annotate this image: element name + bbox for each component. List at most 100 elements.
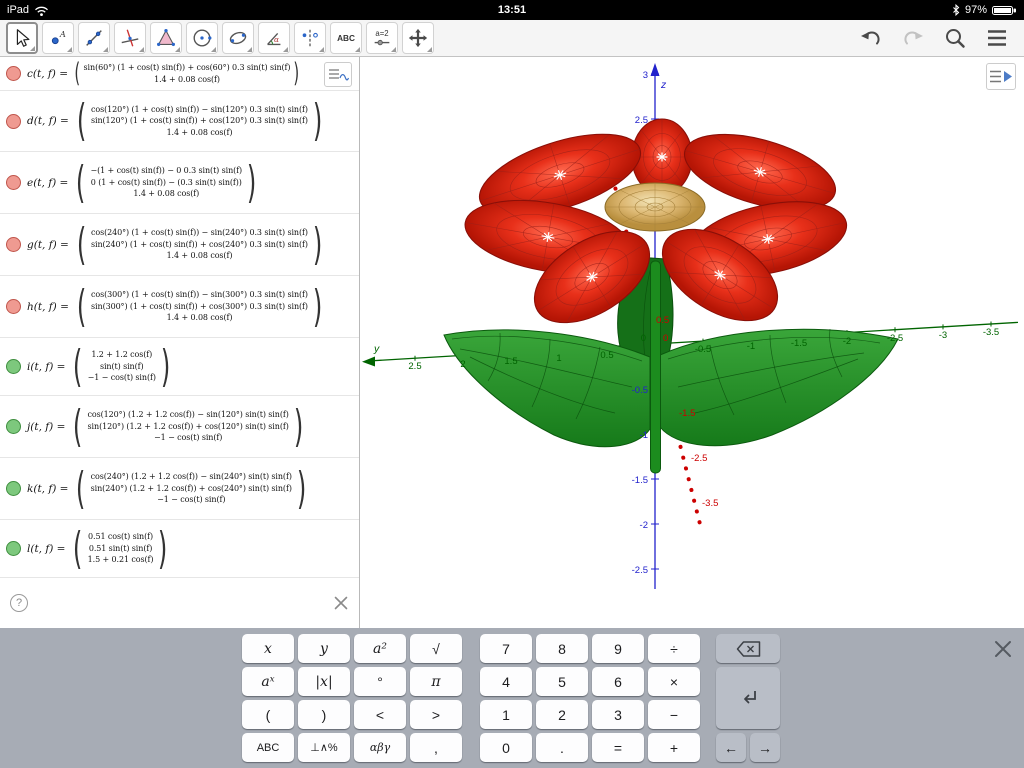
eq-line: sin(t) sin(f): [100, 361, 144, 373]
key-y[interactable]: y: [298, 634, 350, 663]
line-tool[interactable]: [78, 22, 110, 54]
math-keyboard: x y a² √ aˣ |x| ° π ( ) < > ABC ⊥∧% αβγ …: [0, 628, 1024, 768]
key-greater-than[interactable]: >: [410, 700, 462, 729]
svg-text:3: 3: [643, 70, 648, 81]
key-paren-close[interactable]: ): [298, 700, 350, 729]
algebra-row-k[interactable]: k(t, f) = ( cos(240°) (1.2 + 1.2 cos(f))…: [0, 458, 359, 520]
algebra-style-bar-button[interactable]: [324, 62, 352, 87]
key-1[interactable]: 1: [480, 700, 532, 729]
visibility-dot[interactable]: [6, 299, 21, 314]
ellipse-tool[interactable]: [222, 22, 254, 54]
key-degree[interactable]: °: [354, 667, 406, 696]
redo-button[interactable]: [900, 25, 926, 51]
cursor-right-key[interactable]: →: [750, 733, 780, 762]
key-a-power-x[interactable]: aˣ: [242, 667, 294, 696]
graphics-style-bar-button[interactable]: [986, 63, 1016, 90]
eq-line: 1.5 + 0.21 cos(f): [88, 554, 154, 566]
visibility-dot[interactable]: [6, 175, 21, 190]
key-equals[interactable]: =: [592, 733, 644, 762]
slider-tool[interactable]: a=2: [366, 22, 398, 54]
text-tool[interactable]: ABC: [330, 22, 362, 54]
point-tool[interactable]: A: [42, 22, 74, 54]
paren-close: ): [297, 467, 306, 511]
search-button[interactable]: [942, 25, 968, 51]
flower-center: [605, 183, 705, 231]
key-multiply[interactable]: ×: [648, 667, 700, 696]
close-keyboard-button[interactable]: [992, 638, 1014, 660]
key-comma[interactable]: ,: [410, 733, 462, 762]
svg-text:-1.5: -1.5: [632, 475, 648, 486]
key-2[interactable]: 2: [536, 700, 588, 729]
key-a-squared[interactable]: a²: [354, 634, 406, 663]
algebra-row-g[interactable]: g(t, f) = ( cos(240°) (1 + cos(t) sin(f)…: [0, 214, 359, 276]
visibility-dot[interactable]: [6, 237, 21, 252]
key-9[interactable]: 9: [592, 634, 644, 663]
visibility-dot[interactable]: [6, 481, 21, 496]
key-3[interactable]: 3: [592, 700, 644, 729]
help-button[interactable]: ?: [10, 594, 28, 612]
algebra-row-c[interactable]: c(t, f) = ( sin(60°) (1 + cos(t) sin(f))…: [0, 57, 359, 91]
undo-button[interactable]: [858, 25, 884, 51]
key-0[interactable]: 0: [480, 733, 532, 762]
move-tool[interactable]: [6, 22, 38, 54]
algebra-row-j[interactable]: j(t, f) = ( cos(120°) (1.2 + 1.2 cos(f))…: [0, 396, 359, 458]
circle-icon: [191, 27, 213, 49]
clear-input-icon[interactable]: [333, 595, 349, 611]
backspace-key[interactable]: [716, 634, 780, 663]
key-less-than[interactable]: <: [354, 700, 406, 729]
key-sqrt[interactable]: √: [410, 634, 462, 663]
eq-line: 1.2 + 1.2 cos(f): [91, 349, 152, 361]
key-greek-layout[interactable]: αβγ: [354, 733, 406, 762]
visibility-dot[interactable]: [6, 541, 21, 556]
angle-tool[interactable]: α: [258, 22, 290, 54]
slider-icon: a=2: [370, 27, 394, 49]
algebra-row-i[interactable]: i(t, f) = ( 1.2 + 1.2 cos(f) sin(t) sin(…: [0, 338, 359, 396]
svg-text:ABC: ABC: [337, 34, 355, 43]
key-8[interactable]: 8: [536, 634, 588, 663]
key-abs[interactable]: |x|: [298, 667, 350, 696]
perpendicular-line-tool[interactable]: [114, 22, 146, 54]
key-x[interactable]: x: [242, 634, 294, 663]
cursor-left-key[interactable]: ←: [716, 733, 746, 762]
key-decimal-point[interactable]: .: [536, 733, 588, 762]
algebra-row-d[interactable]: d(t, f) = ( cos(120°) (1 + cos(t) sin(f)…: [0, 91, 359, 152]
svg-text:A: A: [59, 29, 66, 39]
algebra-input-row[interactable]: ?: [0, 578, 359, 628]
search-icon: [943, 26, 967, 50]
paren-open: (: [76, 161, 85, 205]
paren-open: (: [76, 467, 85, 511]
menu-button[interactable]: [984, 25, 1010, 51]
key-6[interactable]: 6: [592, 667, 644, 696]
key-plus[interactable]: +: [648, 733, 700, 762]
key-minus[interactable]: −: [648, 700, 700, 729]
battery-percent: 97%: [965, 4, 987, 16]
key-7[interactable]: 7: [480, 634, 532, 663]
eq-line: sin(120°) (1 + cos(t) sin(f)) + cos(120°…: [91, 115, 308, 127]
algebra-row-e[interactable]: e(t, f) = ( −(1 + cos(t) sin(f)) − 0 0.3…: [0, 152, 359, 214]
visibility-dot[interactable]: [6, 419, 21, 434]
paren-close: ): [313, 223, 322, 267]
eq-line: sin(60°) (1 + cos(t) sin(f)) + cos(60°) …: [84, 62, 291, 74]
enter-key[interactable]: [716, 667, 780, 729]
polygon-tool[interactable]: [150, 22, 182, 54]
carrier-label: iPad: [7, 4, 29, 16]
svg-text:-3.5: -3.5: [702, 498, 718, 509]
key-abc-layout[interactable]: ABC: [242, 733, 294, 762]
key-5[interactable]: 5: [536, 667, 588, 696]
eq-line: sin(300°) (1 + cos(t) sin(f)) + cos(300°…: [91, 301, 308, 313]
reflect-tool[interactable]: [294, 22, 326, 54]
graphics-view-3d[interactable]: 3 2.5 z -0.5 -1 -1.5 -2 -2.5 y 2.5 2 1.5…: [360, 57, 1024, 628]
move-graphics-view-tool[interactable]: [402, 22, 434, 54]
visibility-dot[interactable]: [6, 114, 21, 129]
key-paren-open[interactable]: (: [242, 700, 294, 729]
key-pi[interactable]: π: [410, 667, 462, 696]
key-symbols-layout[interactable]: ⊥∧%: [298, 733, 350, 762]
algebra-row-h[interactable]: h(t, f) = ( cos(300°) (1 + cos(t) sin(f)…: [0, 276, 359, 338]
key-4[interactable]: 4: [480, 667, 532, 696]
visibility-dot[interactable]: [6, 359, 21, 374]
visibility-dot[interactable]: [6, 66, 21, 81]
toolbar: A: [0, 20, 1024, 57]
algebra-row-l[interactable]: l(t, f) = ( 0.51 cos(t) sin(f) 0.51 sin(…: [0, 520, 359, 578]
circle-with-center-tool[interactable]: [186, 22, 218, 54]
key-divide[interactable]: ÷: [648, 634, 700, 663]
